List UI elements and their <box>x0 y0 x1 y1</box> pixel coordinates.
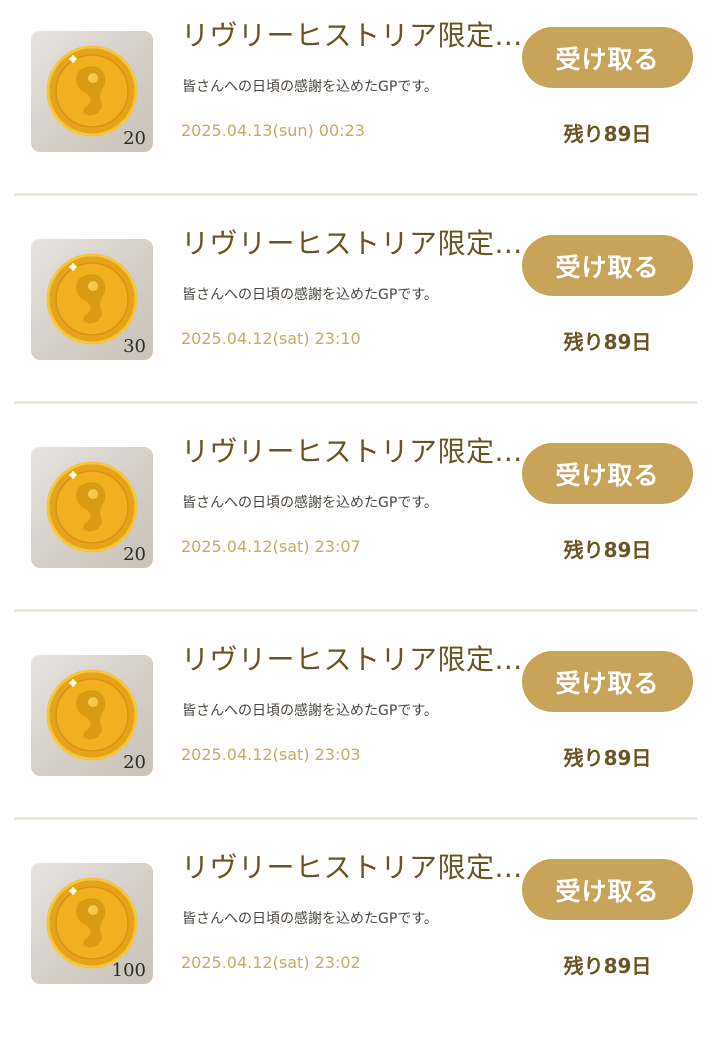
gift-list-item: 20 リヴリーヒストリア限定... 皆さんへの日頃の感謝を込めたGPです。 20… <box>0 0 712 208</box>
gift-title: リヴリーヒストリア限定... <box>181 19 521 52</box>
gift-description: 皆さんへの日頃の感謝を込めたGPです。 <box>182 287 438 303</box>
receive-button[interactable]: 受け取る <box>522 651 693 712</box>
gift-thumbnail: 20 <box>31 655 153 776</box>
gift-list-item: 20 リヴリーヒストリア限定... 皆さんへの日頃の感謝を込めたGPです。 20… <box>0 416 712 624</box>
gift-date: 2025.04.13(sun) 00:23 <box>181 121 365 140</box>
gift-list-item: 100 リヴリーヒストリア限定... 皆さんへの日頃の感謝を込めたGPです。 2… <box>0 832 712 1040</box>
gp-amount-label: 20 <box>123 544 146 565</box>
gift-date: 2025.04.12(sat) 23:03 <box>181 745 361 764</box>
gift-list-item: 30 リヴリーヒストリア限定... 皆さんへの日頃の感謝を込めたGPです。 20… <box>0 208 712 416</box>
remaining-days: 残り89日 <box>563 122 652 146</box>
remaining-days: 残り89日 <box>563 538 652 562</box>
gp-amount-label: 30 <box>123 336 146 357</box>
gift-date: 2025.04.12(sat) 23:07 <box>181 537 361 556</box>
gift-title: リヴリーヒストリア限定... <box>181 435 521 468</box>
receive-button[interactable]: 受け取る <box>522 443 693 504</box>
receive-button[interactable]: 受け取る <box>522 235 693 296</box>
gp-amount-label: 100 <box>111 960 146 981</box>
gp-amount-label: 20 <box>123 128 146 149</box>
gift-title: リヴリーヒストリア限定... <box>181 851 521 884</box>
gift-thumbnail: 100 <box>31 863 153 984</box>
gp-amount-label: 20 <box>123 752 146 773</box>
gift-thumbnail: 20 <box>31 31 153 152</box>
receive-button[interactable]: 受け取る <box>522 859 693 920</box>
gift-list-item: 20 リヴリーヒストリア限定... 皆さんへの日頃の感謝を込めたGPです。 20… <box>0 624 712 832</box>
item-divider <box>14 401 697 404</box>
receive-button[interactable]: 受け取る <box>522 27 693 88</box>
remaining-days: 残り89日 <box>563 746 652 770</box>
gift-thumbnail: 30 <box>31 239 153 360</box>
remaining-days: 残り89日 <box>563 954 652 978</box>
gift-title: リヴリーヒストリア限定... <box>181 227 521 260</box>
item-divider <box>14 609 697 612</box>
remaining-days: 残り89日 <box>563 330 652 354</box>
gift-description: 皆さんへの日頃の感謝を込めたGPです。 <box>182 911 438 927</box>
gift-title: リヴリーヒストリア限定... <box>181 643 521 676</box>
gift-description: 皆さんへの日頃の感謝を込めたGPです。 <box>182 79 438 95</box>
gift-date: 2025.04.12(sat) 23:02 <box>181 953 361 972</box>
gift-list: 20 リヴリーヒストリア限定... 皆さんへの日頃の感謝を込めたGPです。 20… <box>0 0 712 1024</box>
gift-description: 皆さんへの日頃の感謝を込めたGPです。 <box>182 703 438 719</box>
gift-thumbnail: 20 <box>31 447 153 568</box>
item-divider <box>14 193 697 196</box>
item-divider <box>14 817 697 820</box>
gift-description: 皆さんへの日頃の感謝を込めたGPです。 <box>182 495 438 511</box>
gift-date: 2025.04.12(sat) 23:10 <box>181 329 361 348</box>
